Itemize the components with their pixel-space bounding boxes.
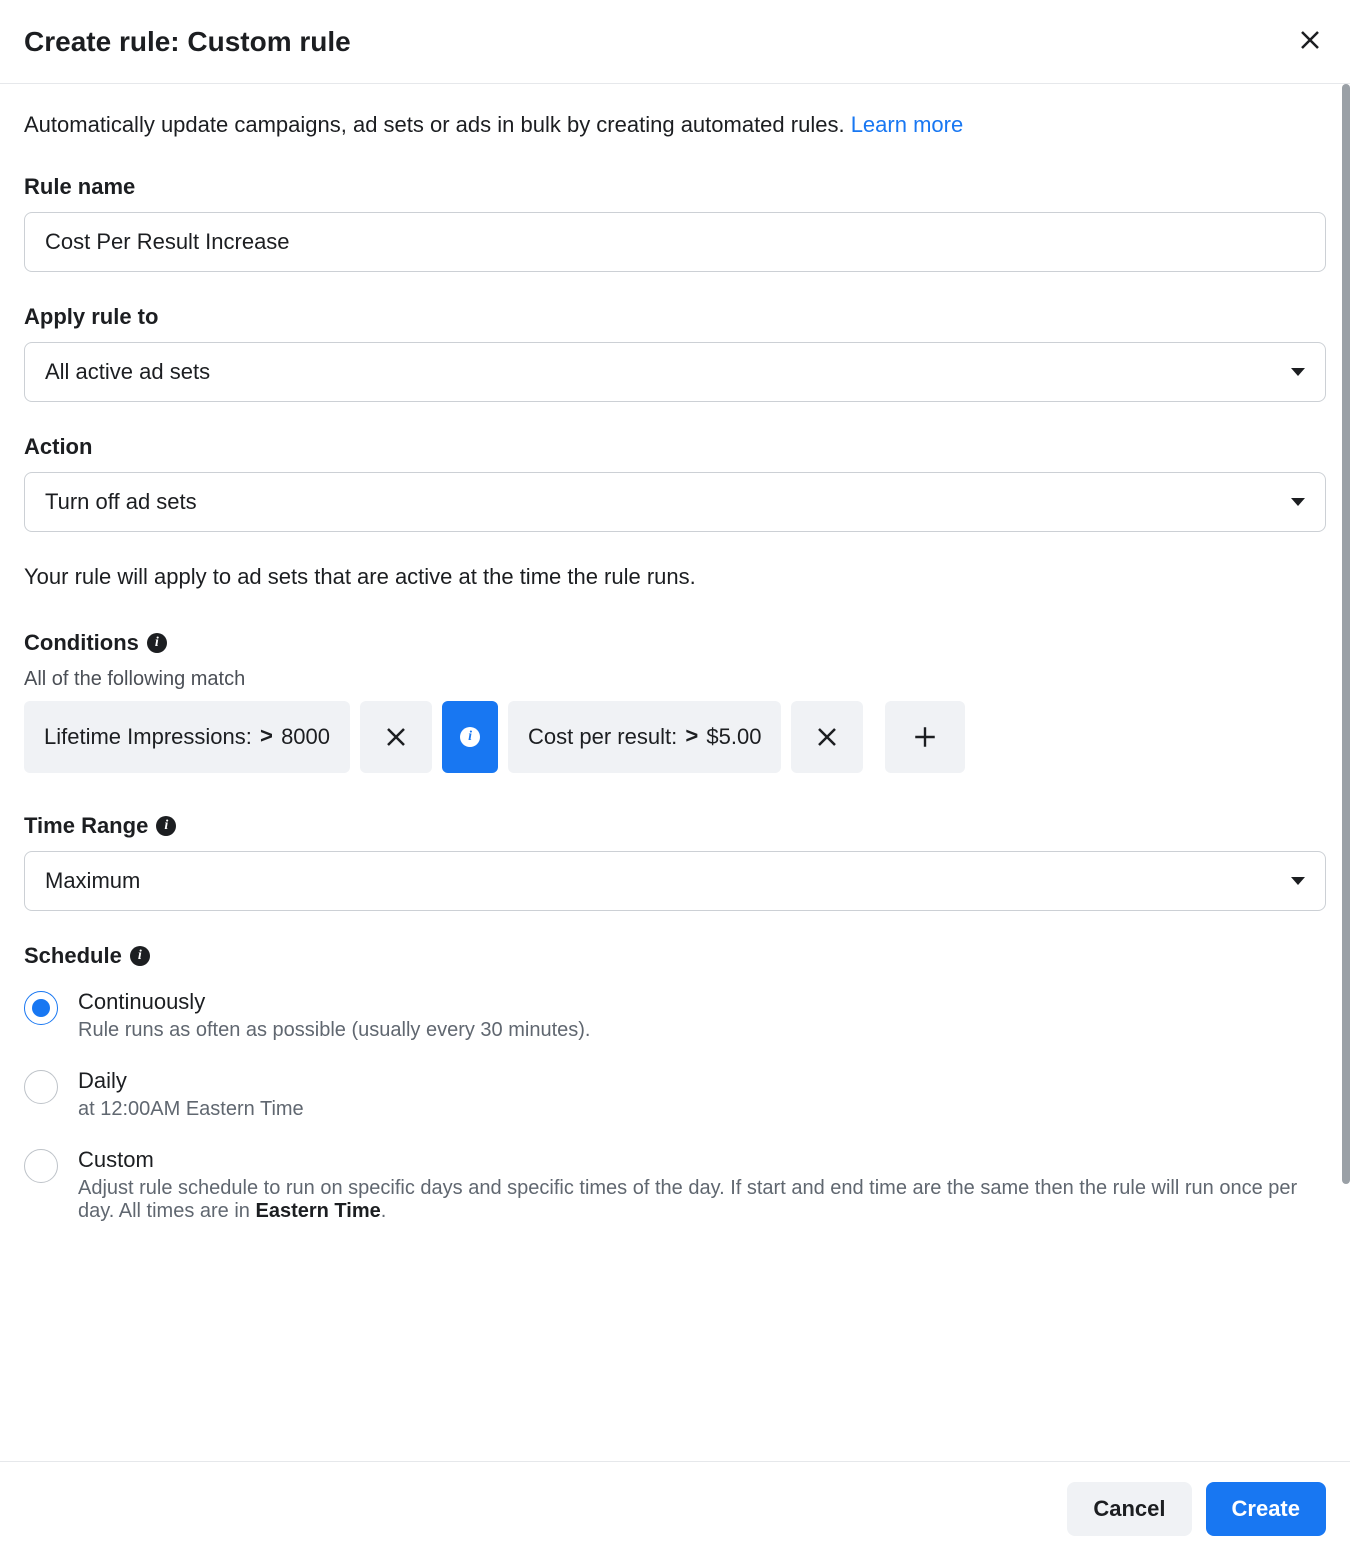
remove-condition-button[interactable] <box>360 701 432 773</box>
condition-value: $5.00 <box>706 724 761 750</box>
radio-button[interactable] <box>24 991 58 1025</box>
chevron-down-icon <box>1291 368 1305 376</box>
rule-name-input[interactable] <box>24 212 1326 272</box>
apply-to-label: Apply rule to <box>24 304 1326 330</box>
plus-icon <box>912 724 938 750</box>
conditions-label-text: Conditions <box>24 630 139 656</box>
condition-chip[interactable]: Cost per result: > $5.00 <box>508 701 781 773</box>
condition-metric: Lifetime Impressions: <box>44 724 252 750</box>
apply-to-select[interactable]: All active ad sets <box>24 342 1326 402</box>
radio-desc-bold: Eastern Time <box>255 1200 380 1222</box>
remove-condition-button[interactable] <box>791 701 863 773</box>
info-icon[interactable]: i <box>156 816 176 836</box>
condition-value: 8000 <box>281 724 330 750</box>
time-range-value: Maximum <box>45 868 140 894</box>
rule-name-label: Rule name <box>24 174 1326 200</box>
intro-copy: Automatically update campaigns, ad sets … <box>24 112 851 137</box>
condition-chip[interactable]: Lifetime Impressions: > 8000 <box>24 701 350 773</box>
intro-text: Automatically update campaigns, ad sets … <box>24 112 1326 138</box>
modal-body: Automatically update campaigns, ad sets … <box>0 84 1350 1461</box>
schedule-label-text: Schedule <box>24 943 122 969</box>
radio-title: Daily <box>78 1068 304 1094</box>
apply-note: Your rule will apply to ad sets that are… <box>24 564 1326 590</box>
scrollbar-thumb[interactable] <box>1342 84 1350 1184</box>
radio-title: Custom <box>78 1147 1326 1173</box>
time-range-label: Time Range i <box>24 813 1326 839</box>
chevron-down-icon <box>1291 877 1305 885</box>
radio-content: Custom Adjust rule schedule to run on sp… <box>78 1147 1326 1223</box>
close-icon <box>384 725 408 749</box>
create-button[interactable]: Create <box>1206 1482 1326 1536</box>
action-label: Action <box>24 434 1326 460</box>
radio-desc: at 12:00AM Eastern Time <box>78 1098 304 1121</box>
time-range-label-text: Time Range <box>24 813 148 839</box>
radio-button[interactable] <box>24 1149 58 1183</box>
radio-desc-post: . <box>381 1200 387 1222</box>
radio-desc: Adjust rule schedule to run on specific … <box>78 1177 1326 1223</box>
close-icon <box>1298 28 1322 52</box>
info-icon: i <box>460 727 480 747</box>
chevron-down-icon <box>1291 498 1305 506</box>
schedule-option-continuously[interactable]: Continuously Rule runs as often as possi… <box>24 989 1326 1042</box>
create-rule-modal: Create rule: Custom rule Automatically u… <box>0 0 1350 1556</box>
info-icon[interactable]: i <box>130 946 150 966</box>
radio-content: Continuously Rule runs as often as possi… <box>78 989 590 1042</box>
radio-button[interactable] <box>24 1070 58 1104</box>
close-button[interactable] <box>1294 24 1326 59</box>
info-icon[interactable]: i <box>147 633 167 653</box>
apply-to-value: All active ad sets <box>45 359 210 385</box>
condition-op: > <box>685 725 698 750</box>
action-value: Turn off ad sets <box>45 489 197 515</box>
action-select[interactable]: Turn off ad sets <box>24 472 1326 532</box>
learn-more-link[interactable]: Learn more <box>851 112 964 137</box>
modal-title: Create rule: Custom rule <box>24 26 351 58</box>
time-range-select[interactable]: Maximum <box>24 851 1326 911</box>
condition-metric: Cost per result: <box>528 724 677 750</box>
conditions-row: Lifetime Impressions: > 8000 i Cost per … <box>24 701 1326 773</box>
schedule-radio-group: Continuously Rule runs as often as possi… <box>24 989 1326 1223</box>
close-icon <box>815 725 839 749</box>
condition-info-button[interactable]: i <box>442 701 498 773</box>
radio-content: Daily at 12:00AM Eastern Time <box>78 1068 304 1121</box>
modal-footer: Cancel Create <box>0 1461 1350 1556</box>
conditions-subtext: All of the following match <box>24 668 1326 691</box>
schedule-option-daily[interactable]: Daily at 12:00AM Eastern Time <box>24 1068 1326 1121</box>
radio-title: Continuously <box>78 989 590 1015</box>
cancel-button[interactable]: Cancel <box>1067 1482 1191 1536</box>
schedule-label: Schedule i <box>24 943 1326 969</box>
schedule-option-custom[interactable]: Custom Adjust rule schedule to run on sp… <box>24 1147 1326 1223</box>
radio-dot <box>32 999 50 1017</box>
condition-op: > <box>260 725 273 750</box>
modal-header: Create rule: Custom rule <box>0 0 1350 84</box>
add-condition-button[interactable] <box>885 701 965 773</box>
conditions-label: Conditions i <box>24 630 1326 656</box>
radio-desc: Rule runs as often as possible (usually … <box>78 1019 590 1042</box>
